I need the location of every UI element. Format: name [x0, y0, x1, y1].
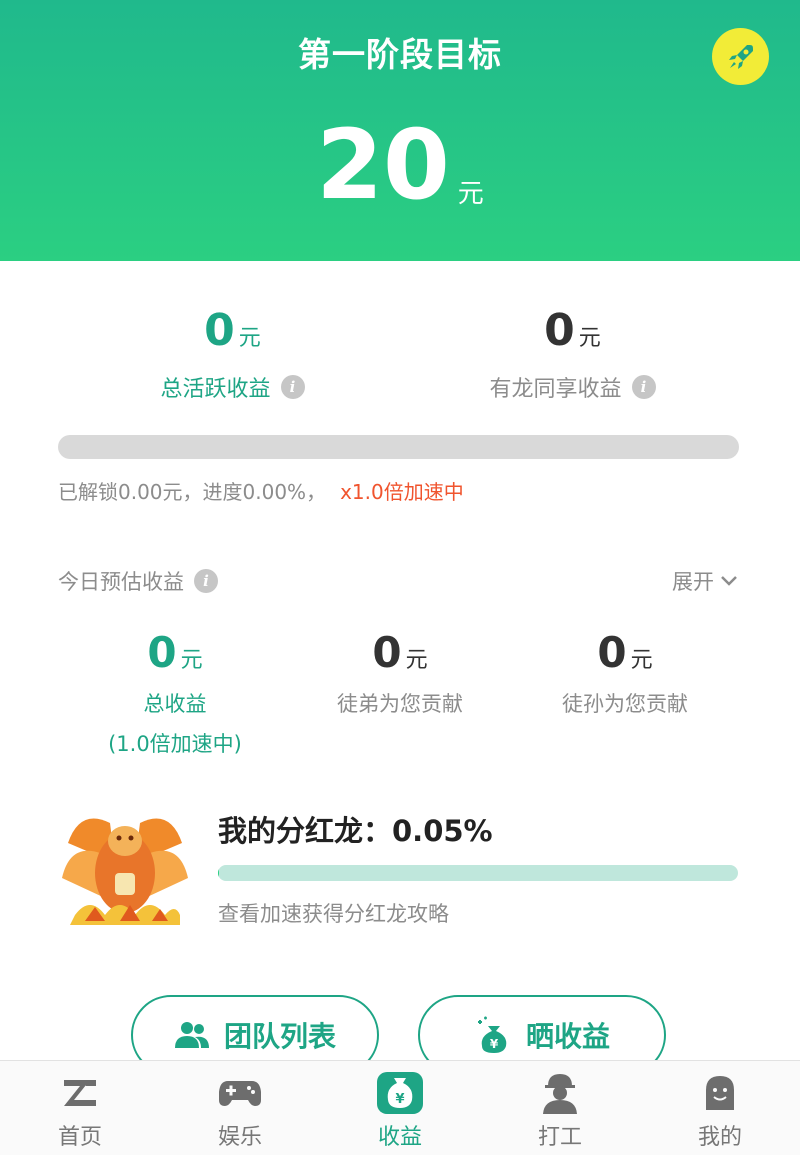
- tab-work[interactable]: 打工: [480, 1061, 640, 1155]
- apprentice-contribution: 0元 徒弟为您贡献: [285, 628, 515, 718]
- svg-text:¥: ¥: [395, 1092, 404, 1107]
- tab-entertainment-label: 娱乐: [217, 1125, 262, 1150]
- info-icon[interactable]: i: [194, 569, 218, 593]
- expand-button[interactable]: 展开: [672, 566, 738, 596]
- today-estimate-header: 今日预估收益 i 展开: [58, 566, 738, 596]
- profile-face-icon: [697, 1073, 743, 1113]
- grand-apprentice-unit: 元: [630, 648, 653, 673]
- shared-income: 0元 有龙同享收益 i: [460, 305, 685, 403]
- svg-text:¥: ¥: [490, 1037, 499, 1051]
- today-total-unit: 元: [180, 648, 203, 673]
- apprentice-unit: 元: [405, 648, 428, 673]
- header-banner: 第一阶段目标 20 元: [0, 0, 800, 261]
- shared-label: 有龙同享收益: [489, 377, 622, 402]
- grand-apprentice-value: 0: [597, 628, 627, 677]
- apprentice-value: 0: [372, 628, 402, 677]
- dividend-dragon-guide-link[interactable]: 查看加速获得分红龙攻略: [218, 898, 449, 928]
- today-total-value: 0: [147, 628, 177, 677]
- apprentice-label: 徒弟为您贡献: [337, 692, 463, 716]
- tab-income-label: 收益: [377, 1125, 422, 1150]
- tab-home-label: 首页: [57, 1125, 102, 1150]
- stage-target-title: 第一阶段目标: [298, 35, 502, 74]
- home-z-icon: [57, 1073, 103, 1113]
- tab-income[interactable]: ¥ 收益: [320, 1061, 480, 1155]
- total-active-unit: 元: [238, 326, 261, 351]
- target-value: 20: [316, 109, 450, 221]
- info-icon[interactable]: i: [280, 375, 305, 399]
- progress-text: 已解锁0.00元，进度0.00%，: [58, 480, 327, 504]
- dividend-dragon-image[interactable]: [60, 803, 190, 928]
- shared-unit: 元: [578, 326, 601, 351]
- dividend-dragon-progress-bar: [218, 865, 738, 881]
- total-active-income: 0元 总活跃收益 i: [120, 305, 345, 403]
- unlock-progress-bar: [58, 435, 739, 459]
- chevron-down-icon: [721, 576, 737, 586]
- today-total-income: 0元 总收益 (1.0倍加速中): [60, 628, 290, 758]
- team-icon: [174, 1022, 209, 1048]
- info-icon[interactable]: i: [631, 375, 656, 399]
- target-unit: 元: [457, 179, 484, 209]
- money-bag-icon: ¥: [377, 1072, 423, 1114]
- total-active-label: 总活跃收益: [160, 377, 271, 402]
- gamepad-icon: [217, 1073, 263, 1113]
- speed-status: x1.0倍加速中: [340, 480, 464, 504]
- rocket-button[interactable]: [712, 28, 769, 85]
- grand-apprentice-contribution: 0元 徒孙为您贡献: [510, 628, 740, 718]
- tab-home[interactable]: 首页: [0, 1061, 160, 1155]
- expand-label: 展开: [672, 570, 714, 594]
- today-total-label: 总收益: [143, 692, 207, 716]
- tab-entertainment[interactable]: 娱乐: [160, 1061, 320, 1155]
- total-active-value: 0: [204, 305, 235, 356]
- money-bag-plus-icon: ¥: [477, 1016, 507, 1053]
- team-list-label: 团队列表: [223, 1020, 336, 1053]
- rocket-icon: [728, 44, 753, 69]
- grand-apprentice-label: 徒孙为您贡献: [562, 692, 688, 716]
- target-amount: 20 元: [0, 110, 800, 220]
- tab-mine-label: 我的: [697, 1125, 742, 1150]
- tab-mine[interactable]: 我的: [640, 1061, 800, 1155]
- bottom-tab-bar: 首页 娱乐 ¥ 收益 打工 我的: [0, 1060, 800, 1155]
- today-estimate-title: 今日预估收益: [58, 570, 184, 594]
- progress-status: 已解锁0.00元，进度0.00%， x1.0倍加速中: [58, 476, 464, 505]
- shared-value: 0: [544, 305, 575, 356]
- today-total-speed: (1.0倍加速中): [108, 732, 242, 756]
- worker-icon: [537, 1073, 583, 1114]
- tab-work-label: 打工: [537, 1125, 582, 1150]
- share-income-label: 晒收益: [525, 1020, 610, 1053]
- dividend-dragon-title: 我的分红龙：0.05%: [218, 814, 493, 848]
